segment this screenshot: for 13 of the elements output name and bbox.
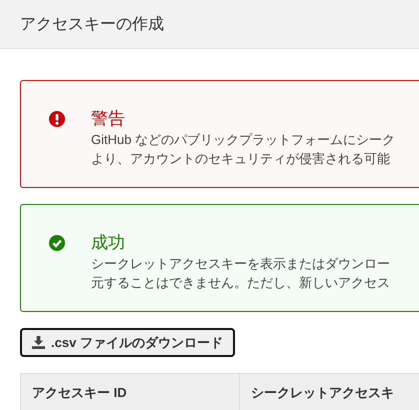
alert-text: 元することはできません。ただし、新しいアクセス <box>91 274 390 292</box>
warning-icon <box>49 111 65 127</box>
page-title: アクセスキーの作成 <box>20 14 164 34</box>
column-header: アクセスキー ID <box>21 374 240 410</box>
column-header: シークレットアクセスキ <box>240 374 419 410</box>
check-icon <box>49 235 65 251</box>
download-button[interactable]: .csv ファイルのダウンロード <box>20 328 235 357</box>
alert-text: GitHub などのパブリックプラットフォームにシーク <box>91 131 396 149</box>
alert-title: 成功 <box>91 232 126 254</box>
alert-text: より、アカウントのセキュリティが侵害される可能 <box>91 150 391 168</box>
alert-title: 警告 <box>91 108 126 130</box>
download-icon <box>32 336 45 349</box>
alert-text: シークレットアクセスキーを表示またはダウンロー <box>91 255 390 273</box>
